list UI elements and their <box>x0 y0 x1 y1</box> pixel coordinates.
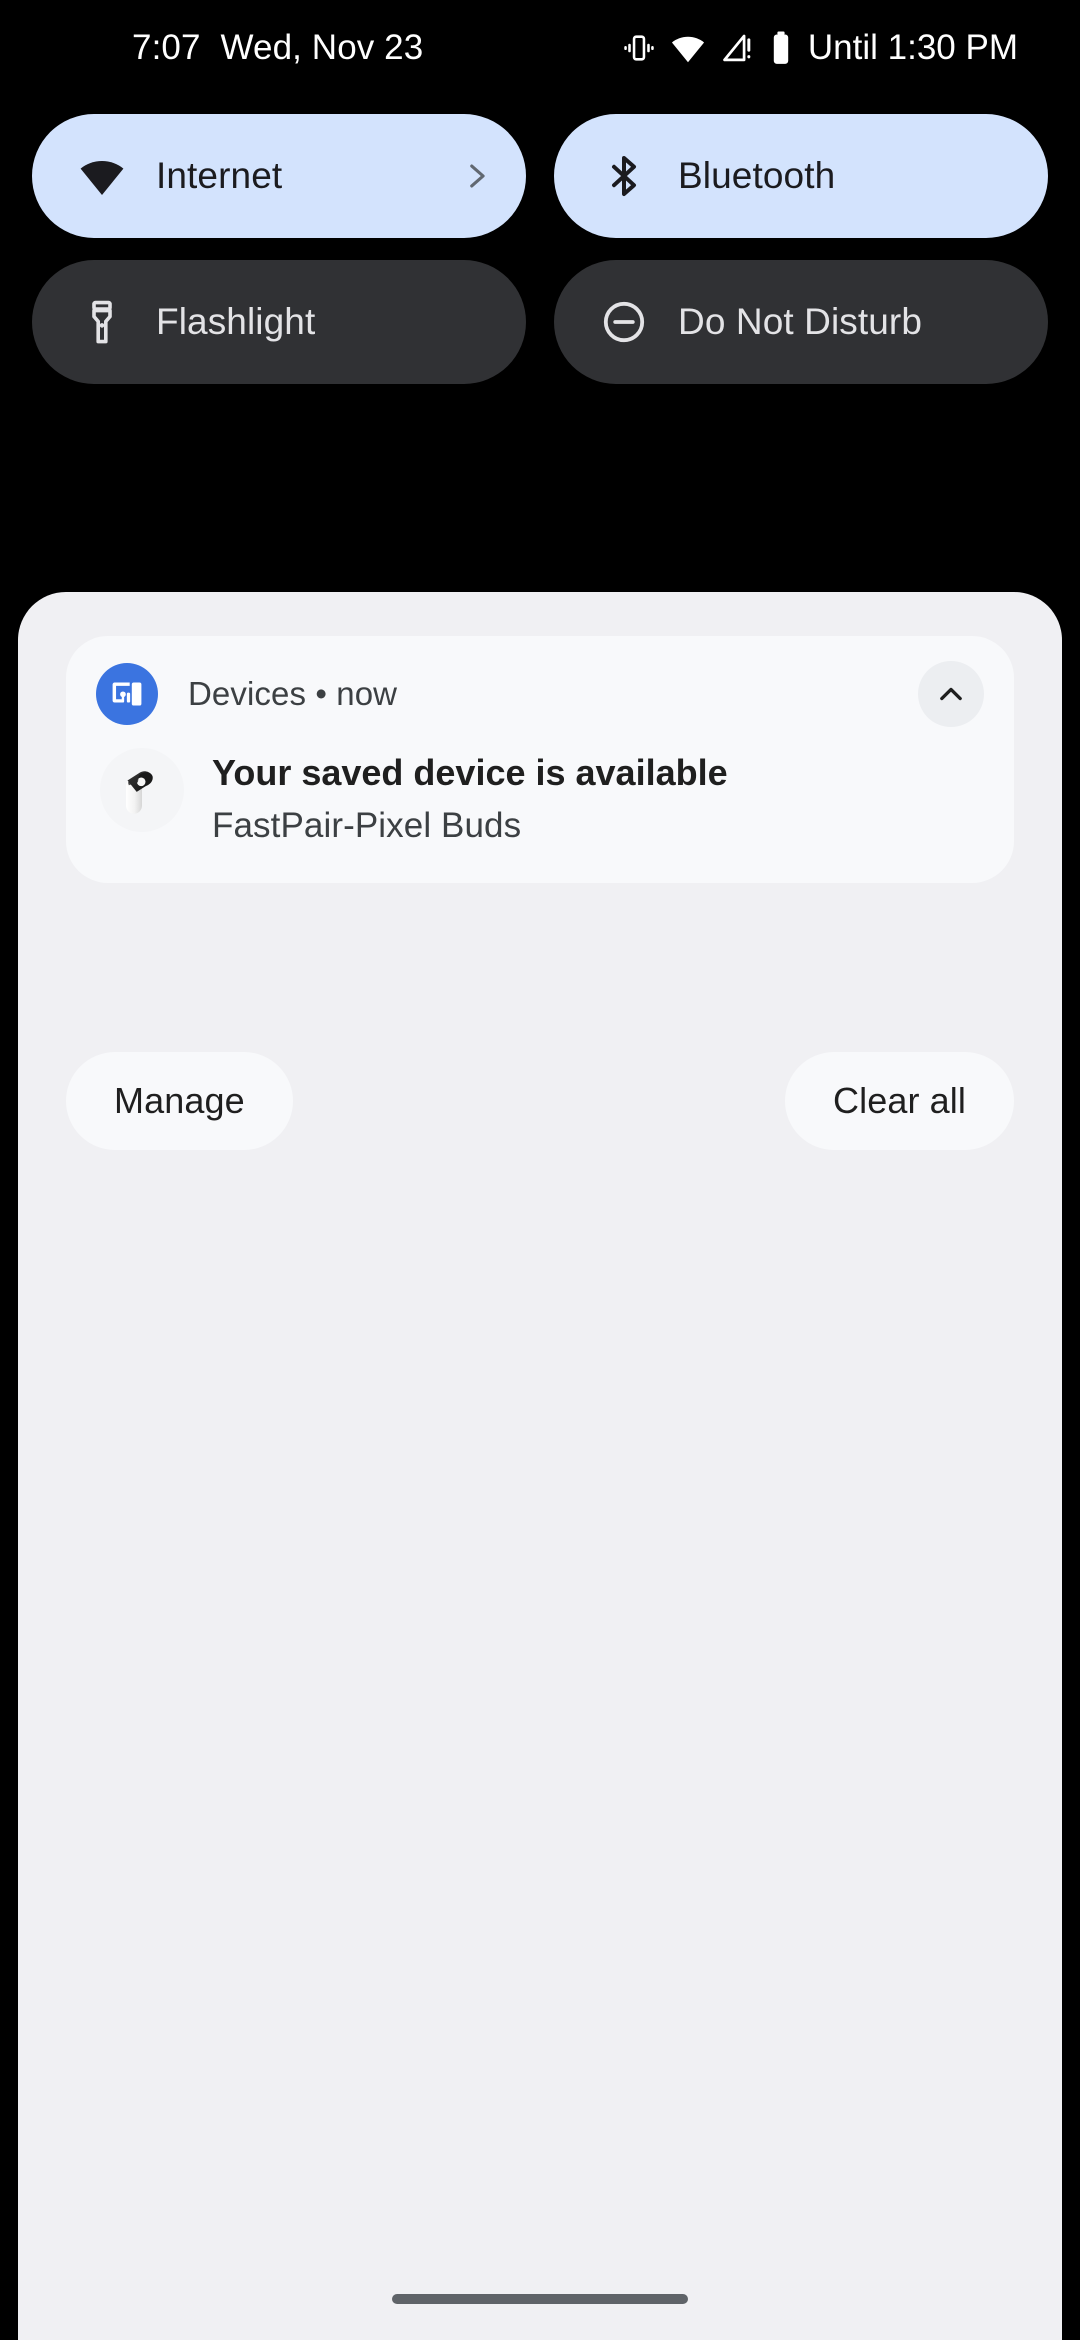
qs-tile-bluetooth[interactable]: Bluetooth <box>554 114 1048 238</box>
home-indicator[interactable] <box>392 2294 688 2304</box>
quick-settings-row-1: Internet Bluetooth <box>0 114 1080 238</box>
notification-card[interactable]: Devices • now Your saved device is avail… <box>66 636 1014 883</box>
qs-tile-flashlight-label: Flashlight <box>156 301 316 342</box>
notification-text-block: Your saved device is available FastPair-… <box>212 748 728 849</box>
status-bar: 7:07 Wed, Nov 23 Until 1:30 PM <box>0 0 1080 96</box>
notification-actions: Manage Clear all <box>66 1052 1014 1150</box>
notification-subtitle: FastPair-Pixel Buds <box>212 806 522 846</box>
qs-tile-flashlight[interactable]: Flashlight <box>32 260 526 384</box>
notification-shade: Devices • now Your saved device is avail… <box>18 592 1062 2340</box>
notification-title: Your saved device is available <box>212 752 728 793</box>
status-bar-left: 7:07 Wed, Nov 23 <box>132 28 423 68</box>
devices-icon <box>96 663 158 725</box>
vibrate-icon <box>622 31 656 65</box>
notification-header: Devices • now <box>96 658 984 730</box>
quick-settings-row-2: Flashlight Do Not Disturb <box>0 260 1080 384</box>
pixel-buds-case-icon <box>100 748 184 832</box>
chevron-up-icon[interactable] <box>918 661 984 727</box>
qs-tile-bluetooth-label: Bluetooth <box>678 155 836 196</box>
phone-screen: 7:07 Wed, Nov 23 Until 1:30 PM Internet … <box>0 0 1080 2340</box>
quick-settings-panel: Internet Bluetooth Flashlight Do Not Dis… <box>0 114 1080 406</box>
status-bar-date: Wed, Nov 23 <box>220 28 424 67</box>
qs-tile-do-not-disturb[interactable]: Do Not Disturb <box>554 260 1048 384</box>
wifi-icon <box>78 152 126 200</box>
clear-all-button[interactable]: Clear all <box>785 1052 1014 1150</box>
notification-app-and-time: Devices • now <box>188 675 398 712</box>
flashlight-icon <box>78 298 126 346</box>
bluetooth-icon <box>600 152 648 200</box>
manage-button[interactable]: Manage <box>66 1052 293 1150</box>
wifi-icon <box>670 30 706 66</box>
battery-icon <box>768 30 794 66</box>
qs-tile-internet-label: Internet <box>156 155 283 196</box>
status-bar-right: Until 1:30 PM <box>622 28 1018 68</box>
do-not-disturb-icon <box>600 298 648 346</box>
cell-signal-no-sim-icon <box>720 31 754 65</box>
clear-all-button-label: Clear all <box>833 1080 966 1121</box>
chevron-right-icon[interactable] <box>456 156 496 196</box>
manage-button-label: Manage <box>114 1080 245 1121</box>
qs-tile-internet[interactable]: Internet <box>32 114 526 238</box>
notification-body: Your saved device is available FastPair-… <box>96 748 984 849</box>
battery-status-text: Until 1:30 PM <box>807 28 1018 67</box>
qs-tile-do-not-disturb-label: Do Not Disturb <box>678 301 923 342</box>
status-bar-clock: 7:07 <box>132 28 201 67</box>
